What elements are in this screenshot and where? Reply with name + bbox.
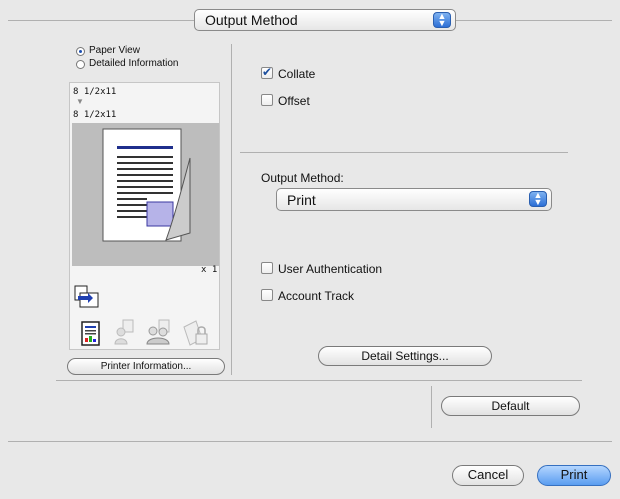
paper-size-output: 8 1/2x11 bbox=[73, 110, 117, 120]
output-method-label: Output Method: bbox=[261, 171, 344, 185]
paper-view-radio[interactable] bbox=[76, 47, 85, 56]
account-track-label: Account Track bbox=[278, 289, 355, 303]
popup-updown-icon: ▲ ▼ bbox=[433, 12, 451, 28]
panel-divider bbox=[231, 44, 232, 375]
footer-rule bbox=[8, 441, 612, 442]
offset-label: Offset bbox=[278, 94, 310, 108]
default-button[interactable]: Default bbox=[441, 396, 580, 416]
output-tray-icon bbox=[74, 285, 99, 308]
right-panel-separator bbox=[240, 152, 568, 153]
output-method-select[interactable]: Print ▲ ▼ bbox=[276, 188, 552, 211]
printer-information-button[interactable]: Printer Information... bbox=[67, 358, 225, 375]
account-track-icon bbox=[146, 319, 170, 345]
top-rule-right bbox=[456, 20, 612, 21]
detailed-information-radio[interactable] bbox=[76, 60, 85, 69]
cancel-button[interactable]: Cancel bbox=[452, 465, 524, 486]
detailed-information-label: Detailed Information bbox=[89, 58, 179, 69]
secure-document-icon bbox=[183, 320, 208, 346]
copies-count: x 1 bbox=[201, 265, 218, 275]
paper-size-arrow-icon: ▼ bbox=[76, 97, 84, 106]
collate-checkbox[interactable] bbox=[261, 65, 273, 79]
page-preview-icon bbox=[102, 128, 191, 242]
print-button[interactable]: Print bbox=[537, 465, 611, 486]
user-auth-icon bbox=[114, 319, 134, 345]
top-rule-left bbox=[8, 20, 194, 21]
output-method-section-popup[interactable]: Output Method ▲ ▼ bbox=[194, 9, 456, 31]
paper-size-source: 8 1/2x11 bbox=[73, 87, 117, 97]
user-authentication-label: User Authentication bbox=[278, 262, 383, 276]
select-updown-icon: ▲ ▼ bbox=[529, 191, 547, 207]
offset-checkbox[interactable] bbox=[261, 94, 273, 106]
detail-settings-button[interactable]: Detail Settings... bbox=[318, 346, 492, 366]
user-authentication-checkbox[interactable] bbox=[261, 262, 273, 274]
collate-label: Collate bbox=[278, 67, 316, 81]
output-method-section-popup-label: Output Method bbox=[205, 12, 298, 28]
document-color-icon bbox=[81, 321, 100, 346]
output-method-select-value: Print bbox=[287, 192, 316, 208]
paper-view-label: Paper View bbox=[89, 45, 140, 56]
lower-rule bbox=[56, 380, 582, 381]
default-divider bbox=[431, 386, 432, 428]
account-track-checkbox[interactable] bbox=[261, 289, 273, 301]
